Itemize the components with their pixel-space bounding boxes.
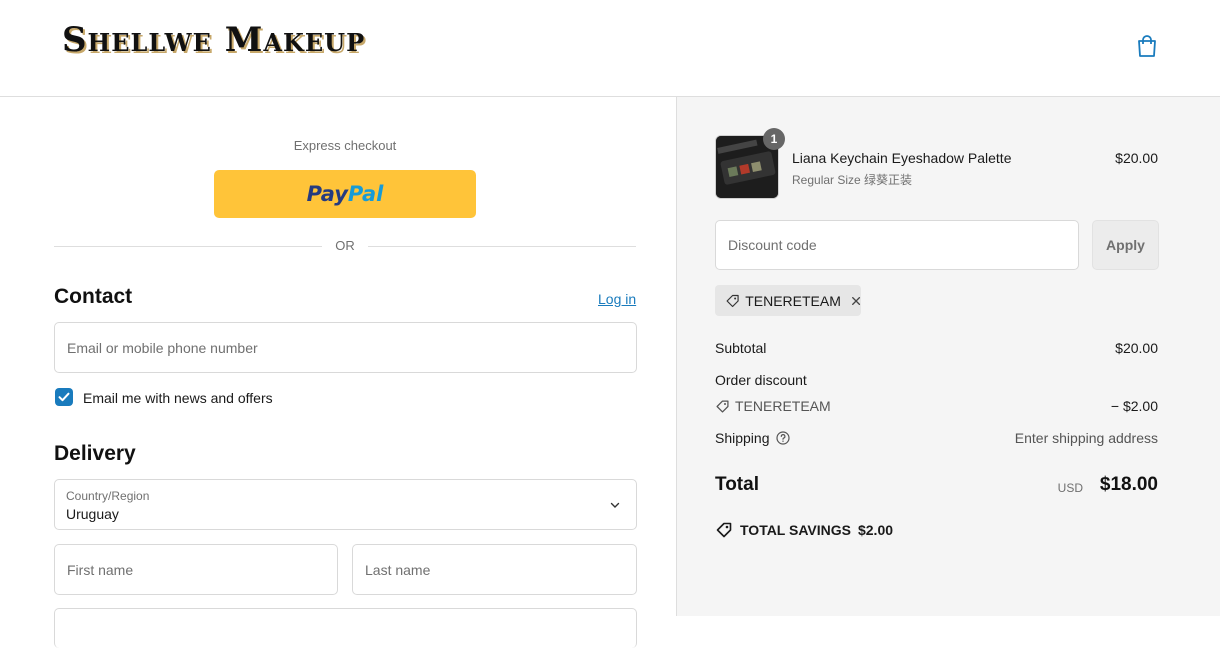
total-value: $18.00 [1099,474,1158,495]
remove-discount-icon[interactable] [851,295,861,307]
express-checkout-label: Express checkout [293,138,397,153]
tag-icon [726,294,739,307]
tag-icon [716,399,729,413]
first-name-field[interactable]: First name [54,544,338,595]
delivery-heading: Delivery [54,442,136,465]
email-field[interactable]: Email or mobile phone number [54,322,637,373]
first-name-placeholder: First name [67,561,134,578]
tag-icon [716,522,732,538]
login-link[interactable]: Log in [598,291,636,307]
site-header: Shellwe Makeup [0,0,1220,97]
country-label: Country/Region [66,489,150,503]
last-name-placeholder: Last name [365,561,431,578]
or-divider: OR [54,237,636,257]
order-discount-code-row: TENERETEAM [715,398,831,414]
product-name: Liana Keychain Eyeshadow Palette [792,150,1012,166]
savings-label: TOTAL SAVINGS [740,522,851,538]
checkmark-icon [58,392,70,402]
shipping-label: Shipping [715,430,770,446]
subtotal-label: Subtotal [715,340,767,356]
apply-discount-button[interactable]: Apply [1092,220,1159,270]
discount-code-input[interactable]: Discount code [715,220,1079,270]
shipping-value: Enter shipping address [1014,430,1158,446]
quantity-badge: 1 [763,128,785,150]
total-currency: USD [1057,481,1083,495]
order-discount-code: TENERETEAM [735,398,831,414]
product-price: $20.00 [1115,150,1158,166]
checkout-form: Express checkout Pay Pal OR Contact Log i… [0,97,676,648]
shipping-row: Shipping [715,430,790,446]
contact-heading: Contact [54,285,133,308]
discount-placeholder: Discount code [728,237,817,253]
country-value: Uruguay [66,506,119,522]
total-label: Total [715,474,759,495]
order-discount-label: Order discount [715,372,807,388]
product-variant: Regular Size 绿葵正装 [792,173,913,187]
paypal-pal-text: Pal [347,182,384,206]
help-circle-icon[interactable] [775,431,790,445]
applied-discount-tag: TENERETEAM [715,285,861,316]
total-savings: TOTAL SAVINGS $2.00 [715,521,893,539]
applied-code-label: TENERETEAM [745,292,841,309]
paypal-pay-text: Pay [306,182,348,206]
newsletter-checkbox[interactable] [55,388,73,406]
last-name-field[interactable]: Last name [352,544,637,595]
shopping-bag-icon[interactable] [1136,34,1158,58]
savings-value: $2.00 [857,522,894,538]
order-discount-value: − $2.00 [1110,398,1158,414]
or-label: OR [325,238,365,253]
email-placeholder: Email or mobile phone number [67,339,258,356]
store-logo[interactable]: Shellwe Makeup [62,20,365,60]
order-summary: 1 Liana Keychain Eyeshadow Palette Regul… [676,97,1220,616]
paypal-button[interactable]: Pay Pal [214,170,476,218]
country-select[interactable]: Country/Region Uruguay [54,479,637,530]
subtotal-value: $20.00 [1115,340,1158,356]
newsletter-label: Email me with news and offers [83,390,273,406]
chevron-down-icon [610,502,620,508]
address-field[interactable] [54,608,637,648]
